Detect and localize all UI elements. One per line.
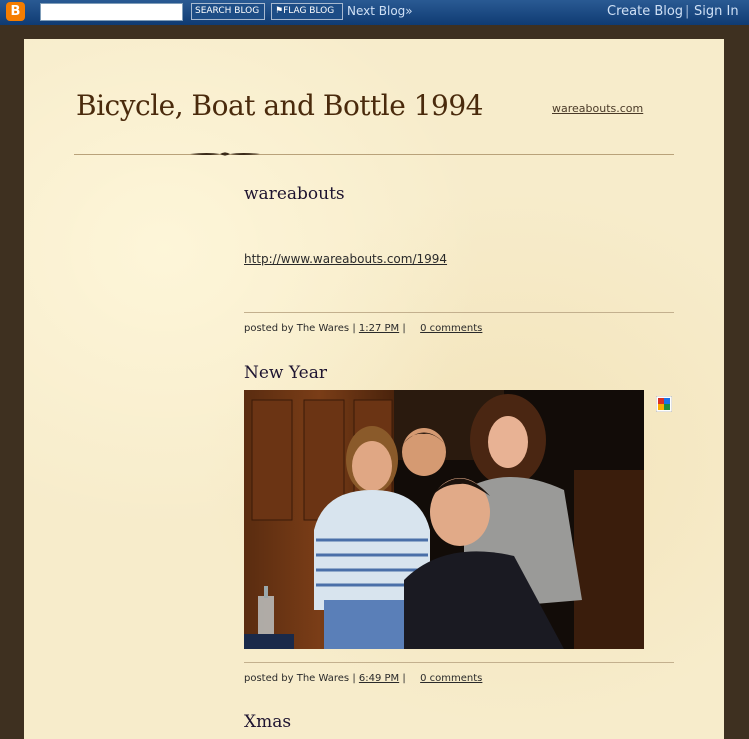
post-timestamp-link[interactable]: 1:27 PM (359, 323, 399, 334)
footer-separator: | (402, 323, 409, 334)
footer-separator: | (402, 673, 409, 684)
post-photo[interactable] (244, 390, 644, 649)
post-title[interactable]: Xmas (244, 712, 291, 732)
picasa-icon[interactable] (656, 396, 672, 412)
post-divider (244, 312, 674, 313)
blogger-logo-icon[interactable]: B (6, 2, 25, 21)
post-footer: posted by The Wares | 6:49 PM | 0 commen… (244, 673, 482, 684)
blogger-navbar: B SEARCH BLOG ⚑FLAG BLOG Next Blog» Crea… (0, 0, 749, 25)
post-title[interactable]: wareabouts (244, 184, 345, 204)
post-timestamp-link[interactable]: 6:49 PM (359, 673, 399, 684)
header-divider (74, 154, 674, 155)
comments-link[interactable]: 0 comments (420, 673, 482, 684)
post-footer: posted by The Wares | 1:27 PM | 0 commen… (244, 323, 482, 334)
comments-link[interactable]: 0 comments (420, 323, 482, 334)
next-blog-link[interactable]: Next Blog» (347, 4, 413, 18)
navbar-separator: | (685, 4, 690, 19)
divider-ornament-icon (190, 152, 260, 156)
search-input[interactable] (40, 3, 183, 21)
sign-in-link[interactable]: Sign In (694, 4, 739, 19)
posted-by-label: posted by The Wares (244, 673, 350, 684)
post-divider (244, 662, 674, 663)
posted-by-label: posted by The Wares (244, 323, 350, 334)
header-link[interactable]: wareabouts.com (552, 102, 643, 115)
blog-page: Bicycle, Boat and Bottle 1994 wareabouts… (24, 39, 724, 739)
party-photo-image (244, 390, 644, 649)
post-title[interactable]: New Year (244, 363, 327, 383)
post-body-link[interactable]: http://www.wareabouts.com/1994 (244, 252, 447, 266)
blog-title[interactable]: Bicycle, Boat and Bottle 1994 (76, 89, 484, 122)
flag-blog-button[interactable]: ⚑FLAG BLOG (271, 3, 343, 20)
search-blog-button[interactable]: SEARCH BLOG (191, 3, 265, 20)
create-blog-link[interactable]: Create Blog (607, 4, 683, 19)
